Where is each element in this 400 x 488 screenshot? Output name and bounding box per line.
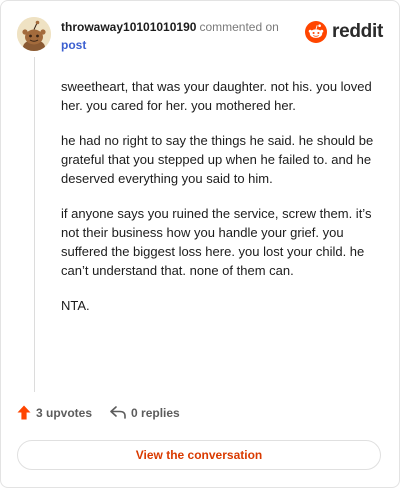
comment-paragraph: he had no right to say the things he sai… — [61, 133, 374, 186]
comment-header: throwaway10101010190 commented on post — [61, 19, 279, 53]
reply-arrow-icon — [110, 406, 126, 419]
comment-paragraph: sweetheart, that was your daughter. not … — [61, 79, 372, 113]
post-link[interactable]: post — [61, 37, 279, 53]
comment-actions: 3 upvotes 0 replies — [17, 405, 180, 420]
upvote-arrow-icon — [17, 405, 31, 420]
avatar[interactable] — [17, 17, 51, 51]
upvote-count: 3 upvotes — [36, 405, 93, 420]
upvote-button[interactable]: 3 upvotes — [17, 405, 92, 420]
comment-paragraph: if anyone says you ruined the service, s… — [61, 206, 372, 278]
comment-card: throwaway10101010190 commented on post re… — [0, 0, 400, 488]
view-conversation-button[interactable]: View the conversation — [17, 440, 381, 470]
thread-line — [34, 57, 35, 392]
replies-button[interactable]: 0 replies — [110, 406, 180, 420]
username-link[interactable]: throwaway10101010190 — [61, 20, 196, 34]
reddit-wordmark: reddit — [332, 21, 383, 42]
comment-paragraph: NTA. — [61, 298, 90, 313]
reddit-alien-icon — [305, 21, 328, 43]
comment-body: sweetheart, that was your daughter. not … — [61, 77, 379, 331]
snoo-avatar-icon — [17, 17, 51, 51]
commented-on-text: commented on — [199, 20, 279, 34]
reddit-brand[interactable]: reddit — [305, 21, 383, 43]
reply-count: 0 replies — [131, 405, 180, 420]
